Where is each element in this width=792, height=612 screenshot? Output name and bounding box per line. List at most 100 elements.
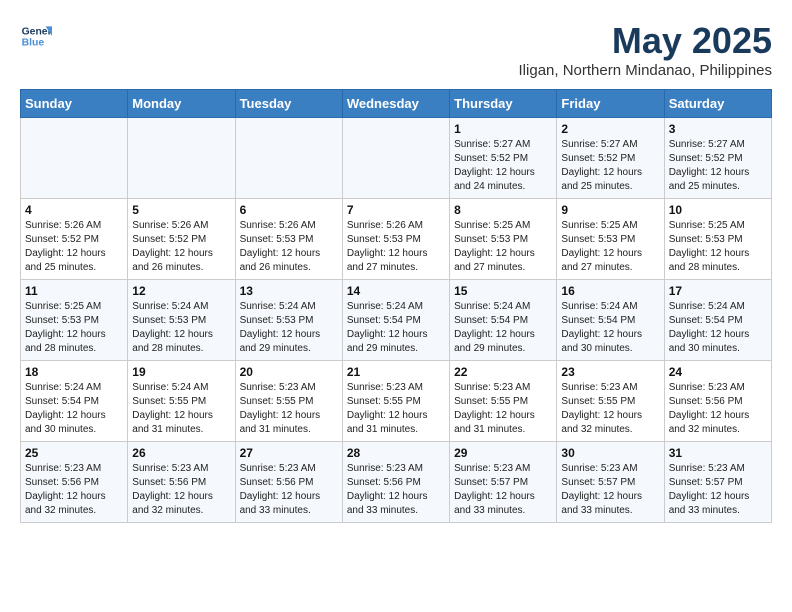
- calendar-header-row: SundayMondayTuesdayWednesdayThursdayFrid…: [21, 90, 772, 118]
- day-info: Sunrise: 5:27 AM Sunset: 5:52 PM Dayligh…: [669, 138, 767, 194]
- day-info: Sunrise: 5:25 AM Sunset: 5:53 PM Dayligh…: [25, 300, 123, 356]
- day-number: 27: [240, 446, 338, 460]
- day-info: Sunrise: 5:23 AM Sunset: 5:57 PM Dayligh…: [454, 462, 552, 518]
- calendar-cell: 11 Sunrise: 5:25 AM Sunset: 5:53 PM Dayli…: [21, 280, 128, 361]
- day-number: 30: [561, 446, 659, 460]
- calendar-cell: 12 Sunrise: 5:24 AM Sunset: 5:53 PM Dayli…: [128, 280, 235, 361]
- calendar-cell: 8 Sunrise: 5:25 AM Sunset: 5:53 PM Daylig…: [450, 199, 557, 280]
- day-info: Sunrise: 5:26 AM Sunset: 5:53 PM Dayligh…: [347, 219, 445, 275]
- calendar-cell: 30 Sunrise: 5:23 AM Sunset: 5:57 PM Dayli…: [557, 442, 664, 523]
- day-info: Sunrise: 5:24 AM Sunset: 5:54 PM Dayligh…: [347, 300, 445, 356]
- calendar-cell: 18Sunrise: 5:24 AM Sunset: 5:54 PM Dayli…: [21, 361, 128, 442]
- day-info: Sunrise: 5:24 AM Sunset: 5:55 PM Dayligh…: [132, 381, 230, 437]
- weekday-header-thursday: Thursday: [450, 90, 557, 118]
- day-number: 12: [132, 284, 230, 298]
- calendar-cell: 9 Sunrise: 5:25 AM Sunset: 5:53 PM Daylig…: [557, 199, 664, 280]
- day-number: 4: [25, 203, 123, 217]
- calendar-cell: [21, 118, 128, 199]
- day-info: Sunrise: 5:23 AM Sunset: 5:56 PM Dayligh…: [132, 462, 230, 518]
- calendar-cell: [128, 118, 235, 199]
- day-info: Sunrise: 5:24 AM Sunset: 5:53 PM Dayligh…: [132, 300, 230, 356]
- day-number: 17: [669, 284, 767, 298]
- logo-icon: General Blue: [20, 20, 52, 52]
- day-info: Sunrise: 5:27 AM Sunset: 5:52 PM Dayligh…: [561, 138, 659, 194]
- day-info: Sunrise: 5:25 AM Sunset: 5:53 PM Dayligh…: [561, 219, 659, 275]
- calendar-cell: 5Sunrise: 5:26 AM Sunset: 5:52 PM Daylig…: [128, 199, 235, 280]
- day-info: Sunrise: 5:26 AM Sunset: 5:52 PM Dayligh…: [132, 219, 230, 275]
- day-info: Sunrise: 5:23 AM Sunset: 5:56 PM Dayligh…: [347, 462, 445, 518]
- title-block: May 2025 Iligan, Northern Mindanao, Phil…: [519, 20, 772, 79]
- day-number: 1: [454, 122, 552, 136]
- week-row-4: 18Sunrise: 5:24 AM Sunset: 5:54 PM Dayli…: [21, 361, 772, 442]
- day-number: 21: [347, 365, 445, 379]
- location: Iligan, Northern Mindanao, Philippines: [519, 62, 772, 79]
- day-info: Sunrise: 5:26 AM Sunset: 5:52 PM Dayligh…: [25, 219, 123, 275]
- calendar-cell: 15 Sunrise: 5:24 AM Sunset: 5:54 PM Dayli…: [450, 280, 557, 361]
- svg-text:Blue: Blue: [22, 38, 45, 49]
- day-number: 6: [240, 203, 338, 217]
- logo: General Blue: [20, 20, 52, 52]
- day-info: Sunrise: 5:24 AM Sunset: 5:54 PM Dayligh…: [669, 300, 767, 356]
- day-number: 19: [132, 365, 230, 379]
- day-info: Sunrise: 5:24 AM Sunset: 5:54 PM Dayligh…: [25, 381, 123, 437]
- calendar-cell: 31 Sunrise: 5:23 AM Sunset: 5:57 PM Dayli…: [664, 442, 771, 523]
- calendar-cell: 28Sunrise: 5:23 AM Sunset: 5:56 PM Dayli…: [342, 442, 449, 523]
- weekday-header-friday: Friday: [557, 90, 664, 118]
- weekday-header-saturday: Saturday: [664, 90, 771, 118]
- month-title: May 2025: [519, 20, 772, 62]
- day-number: 3: [669, 122, 767, 136]
- weekday-header-sunday: Sunday: [21, 90, 128, 118]
- day-number: 9: [561, 203, 659, 217]
- calendar-cell: 26 Sunrise: 5:23 AM Sunset: 5:56 PM Dayli…: [128, 442, 235, 523]
- calendar-cell: 16Sunrise: 5:24 AM Sunset: 5:54 PM Dayli…: [557, 280, 664, 361]
- calendar-cell: [235, 118, 342, 199]
- calendar-cell: 29Sunrise: 5:23 AM Sunset: 5:57 PM Dayli…: [450, 442, 557, 523]
- calendar-cell: 10 Sunrise: 5:25 AM Sunset: 5:53 PM Dayli…: [664, 199, 771, 280]
- calendar-cell: 3 Sunrise: 5:27 AM Sunset: 5:52 PM Daylig…: [664, 118, 771, 199]
- day-number: 15: [454, 284, 552, 298]
- day-info: Sunrise: 5:23 AM Sunset: 5:55 PM Dayligh…: [454, 381, 552, 437]
- weekday-header-wednesday: Wednesday: [342, 90, 449, 118]
- page-header: General Blue May 2025 Iligan, Northern M…: [20, 20, 772, 79]
- day-number: 13: [240, 284, 338, 298]
- calendar-cell: 24Sunrise: 5:23 AM Sunset: 5:56 PM Dayli…: [664, 361, 771, 442]
- day-number: 8: [454, 203, 552, 217]
- day-info: Sunrise: 5:23 AM Sunset: 5:55 PM Dayligh…: [561, 381, 659, 437]
- day-info: Sunrise: 5:23 AM Sunset: 5:55 PM Dayligh…: [240, 381, 338, 437]
- calendar-cell: [342, 118, 449, 199]
- calendar-cell: 4 Sunrise: 5:26 AM Sunset: 5:52 PM Daylig…: [21, 199, 128, 280]
- day-info: Sunrise: 5:25 AM Sunset: 5:53 PM Dayligh…: [454, 219, 552, 275]
- day-number: 24: [669, 365, 767, 379]
- day-number: 20: [240, 365, 338, 379]
- calendar-cell: 2Sunrise: 5:27 AM Sunset: 5:52 PM Daylig…: [557, 118, 664, 199]
- calendar-cell: 27Sunrise: 5:23 AM Sunset: 5:56 PM Dayli…: [235, 442, 342, 523]
- day-info: Sunrise: 5:23 AM Sunset: 5:55 PM Dayligh…: [347, 381, 445, 437]
- day-info: Sunrise: 5:23 AM Sunset: 5:56 PM Dayligh…: [25, 462, 123, 518]
- day-number: 31: [669, 446, 767, 460]
- week-row-2: 4 Sunrise: 5:26 AM Sunset: 5:52 PM Daylig…: [21, 199, 772, 280]
- day-info: Sunrise: 5:26 AM Sunset: 5:53 PM Dayligh…: [240, 219, 338, 275]
- calendar-cell: 22Sunrise: 5:23 AM Sunset: 5:55 PM Dayli…: [450, 361, 557, 442]
- calendar-cell: 13Sunrise: 5:24 AM Sunset: 5:53 PM Dayli…: [235, 280, 342, 361]
- weekday-header-monday: Monday: [128, 90, 235, 118]
- calendar-cell: 23Sunrise: 5:23 AM Sunset: 5:55 PM Dayli…: [557, 361, 664, 442]
- day-number: 25: [25, 446, 123, 460]
- calendar-cell: 19 Sunrise: 5:24 AM Sunset: 5:55 PM Dayli…: [128, 361, 235, 442]
- day-number: 11: [25, 284, 123, 298]
- day-number: 10: [669, 203, 767, 217]
- calendar-cell: 25 Sunrise: 5:23 AM Sunset: 5:56 PM Dayli…: [21, 442, 128, 523]
- calendar-body: 1 Sunrise: 5:27 AM Sunset: 5:52 PM Daylig…: [21, 118, 772, 523]
- day-info: Sunrise: 5:23 AM Sunset: 5:57 PM Dayligh…: [561, 462, 659, 518]
- day-number: 26: [132, 446, 230, 460]
- calendar-cell: 17 Sunrise: 5:24 AM Sunset: 5:54 PM Dayli…: [664, 280, 771, 361]
- calendar-cell: 6 Sunrise: 5:26 AM Sunset: 5:53 PM Daylig…: [235, 199, 342, 280]
- day-info: Sunrise: 5:24 AM Sunset: 5:54 PM Dayligh…: [561, 300, 659, 356]
- day-number: 7: [347, 203, 445, 217]
- day-info: Sunrise: 5:25 AM Sunset: 5:53 PM Dayligh…: [669, 219, 767, 275]
- calendar-cell: 14Sunrise: 5:24 AM Sunset: 5:54 PM Dayli…: [342, 280, 449, 361]
- week-row-5: 25 Sunrise: 5:23 AM Sunset: 5:56 PM Dayli…: [21, 442, 772, 523]
- day-info: Sunrise: 5:24 AM Sunset: 5:54 PM Dayligh…: [454, 300, 552, 356]
- day-info: Sunrise: 5:23 AM Sunset: 5:57 PM Dayligh…: [669, 462, 767, 518]
- calendar-cell: 7 Sunrise: 5:26 AM Sunset: 5:53 PM Daylig…: [342, 199, 449, 280]
- calendar-cell: 1Sunrise: 5:27 AM Sunset: 5:52 PM Daylig…: [450, 118, 557, 199]
